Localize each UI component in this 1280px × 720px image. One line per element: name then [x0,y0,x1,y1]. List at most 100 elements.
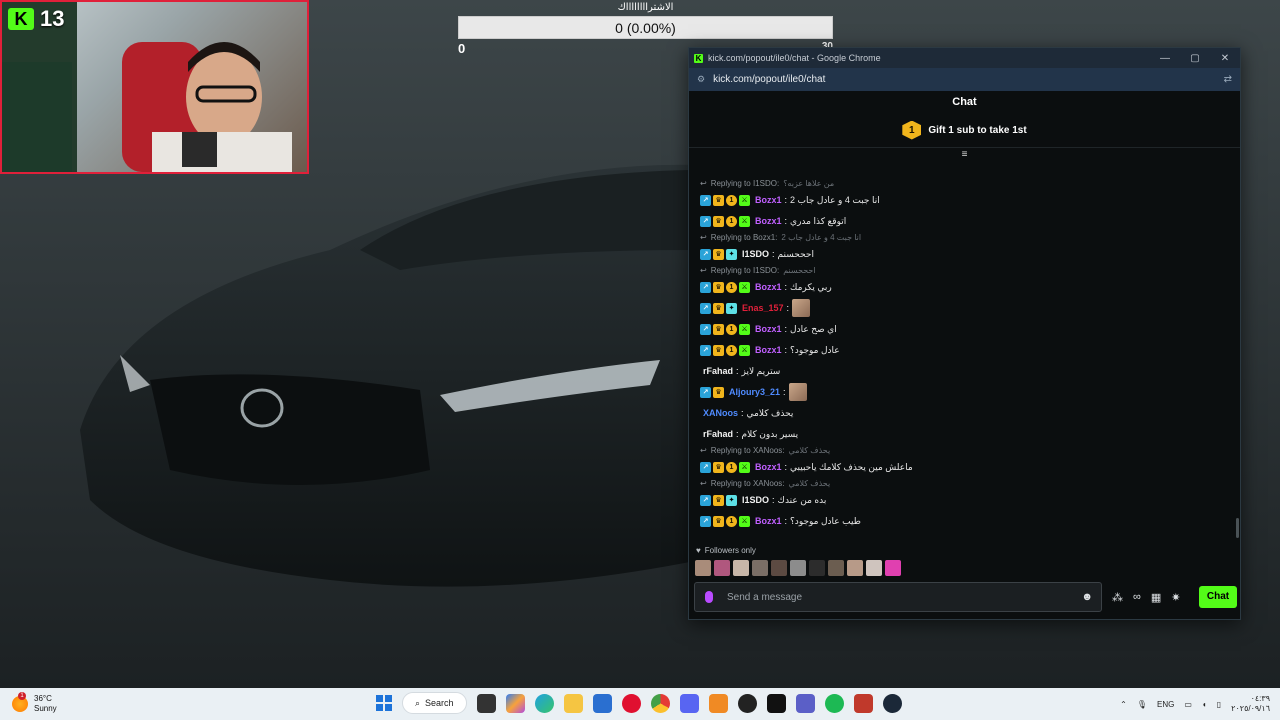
chat-message[interactable]: XANoos:اسمع نفس ما اعافهم بالمتجر عقاب ب… [700,533,1242,539]
crown-badge-icon[interactable]: ♛ [713,386,724,398]
vip-badge-icon[interactable]: ↗ [700,386,711,398]
steam-icon[interactable] [882,693,902,713]
sub-badge-icon[interactable]: 1 [726,344,737,356]
chat-message[interactable]: rFahad: يسير بدون كلام [700,425,1242,443]
chat-username[interactable]: XANoos [703,537,738,538]
vip-badge-icon[interactable]: ↗ [700,302,711,314]
vip-badge-icon[interactable]: ↗ [700,494,711,506]
chat-message[interactable]: rFahad: ستريم لايز [700,362,1242,380]
sub-badge-icon[interactable]: 1 [726,215,737,227]
recent-emote[interactable] [695,560,711,576]
microphone-icon[interactable] [705,591,713,603]
recent-emote[interactable] [771,560,787,576]
chat-message[interactable]: ↗ ♛ 1 ⚔ Bozx1: اتوقع كذا مدري [700,212,1242,230]
battery-icon[interactable]: ▯ [1217,700,1221,709]
crown-badge-icon[interactable]: ♛ [713,494,724,506]
chat-message[interactable]: XANoos: يحذف كلامي [700,404,1242,422]
windows-start-icon[interactable] [376,695,392,711]
site-info-icon[interactable]: ⚙ [697,74,705,85]
reply-context[interactable]: ↩ Replying to XANoos: يحذف كلامي [700,479,1242,489]
crown-badge-icon[interactable]: ♛ [713,194,724,206]
recent-emote[interactable] [752,560,768,576]
chat-emote[interactable] [788,383,807,401]
reply-context[interactable]: ↩ Replying to I1SDO: من علاها عزبه؟ [700,179,1242,189]
mod-badge-icon[interactable]: ⚔ [739,281,750,293]
chrome-icon[interactable] [650,693,670,713]
sub-badge-icon[interactable]: 1 [726,194,737,206]
vip-badge-icon[interactable]: ↗ [700,344,711,356]
vip-badge-icon[interactable]: ↗ [700,515,711,527]
chat-message[interactable]: ↗ ♛ 1 ⚔ Bozx1: اي صح عادل [700,320,1242,338]
reply-context[interactable]: ↩ Replying to Bozx1: انا جبت 4 و عادل جاب … [700,233,1242,243]
microphone-tray-icon[interactable]: 🎙 [1137,700,1147,709]
chat-message[interactable]: ↗ ♛ 1 ⚔ Bozx1: انا جبت 4 و عادل جاب 2 [700,191,1242,209]
chat-username[interactable]: Bozx1 [755,195,782,205]
recent-emote[interactable] [866,560,882,576]
scroll-to-bottom-icon[interactable]: ≡ [689,150,1240,160]
mod-badge-icon[interactable]: ⚔ [739,461,750,473]
mod-badge-icon[interactable]: ⚔ [739,323,750,335]
url-text[interactable]: kick.com/popout/ile0/chat [713,74,825,85]
crown-badge-icon[interactable]: ♛ [713,323,724,335]
tray-overflow-icon[interactable]: ⌃ [1120,700,1127,709]
address-bar[interactable]: ⚙ kick.com/popout/ile0/chat ⇄ [689,68,1240,91]
chat-message[interactable]: ↗ ♛ 1 ⚔ Bozx1: طيب عادل موجود؟ [700,512,1242,530]
emoji-icon[interactable]: ☻ [1081,591,1093,603]
spotify-icon[interactable] [824,693,844,713]
chat-emote[interactable] [792,299,811,317]
crown-badge-icon[interactable]: ♛ [713,461,724,473]
weather-widget[interactable]: 1 36°C Sunny [0,692,200,714]
minimize-button[interactable]: — [1150,53,1180,64]
crown-badge-icon[interactable]: ♛ [713,281,724,293]
task-view-icon[interactable] [476,693,496,713]
maximize-button[interactable]: ▢ [1180,53,1210,64]
chat-username[interactable]: Bozx1 [755,282,782,292]
chat-message[interactable]: ↗ ♛ 1 ⚔ Bozx1: ربي يكرمك [700,278,1242,296]
edge-icon[interactable] [534,693,554,713]
chat-username[interactable]: rFahad [703,366,733,376]
chat-username[interactable]: Enas_157 [742,303,784,313]
chat-username[interactable]: rFahad [703,429,733,439]
vip-badge-icon[interactable]: ↗ [700,215,711,227]
language-indicator[interactable]: ENG [1157,700,1174,709]
game-app-icon[interactable] [853,693,873,713]
teams-icon[interactable] [795,693,815,713]
chat-username[interactable]: Bozx1 [755,324,782,334]
crown-badge-icon[interactable]: ♛ [713,215,724,227]
mod-badge-icon[interactable]: ⚔ [739,344,750,356]
chat-username[interactable]: I1SDO [742,249,769,259]
recent-emote[interactable] [714,560,730,576]
vip-badge-icon[interactable]: ↗ [700,281,711,293]
store-icon[interactable]: ▦ [1151,591,1161,604]
settings-icon[interactable]: ✷ [1171,591,1180,604]
og-badge-icon[interactable]: ✦ [726,248,737,260]
crown-badge-icon[interactable]: ♛ [713,248,724,260]
chat-username[interactable]: Bozx1 [755,516,782,526]
og-badge-icon[interactable]: ✦ [726,494,737,506]
mod-badge-icon[interactable]: ⚔ [739,515,750,527]
clock[interactable]: ٠٤:٣٩ ٢٠٢٥/٠٩/١٦ [1231,694,1270,714]
chat-message[interactable]: ↗ ♛ ✦ Enas_157: [700,299,1242,317]
translate-icon[interactable]: ⇄ [1224,74,1232,85]
crown-badge-icon[interactable]: ♛ [713,515,724,527]
points-icon[interactable]: ⁂ [1112,591,1123,604]
chat-username[interactable]: I1SDO [742,495,769,505]
sub-badge-icon[interactable]: 1 [726,323,737,335]
chat-scrollbar[interactable] [1236,518,1239,538]
chat-username[interactable]: Bozx1 [755,345,782,355]
opera-icon[interactable] [621,693,641,713]
mod-badge-icon[interactable]: ⚔ [739,194,750,206]
chat-username[interactable]: XANoos [703,408,738,418]
vip-badge-icon[interactable]: ↗ [700,248,711,260]
recent-emote[interactable] [733,560,749,576]
chat-username[interactable]: Aljoury3_21 [729,387,780,397]
taskbar-search[interactable]: ⌕ Search [402,692,467,714]
vip-badge-icon[interactable]: ↗ [700,323,711,335]
vip-badge-icon[interactable]: ↗ [700,461,711,473]
window-titlebar[interactable]: K kick.com/popout/ile0/chat - Google Chr… [689,48,1240,68]
chat-message[interactable]: ↗ ♛ ✦ I1SDO: احححسنم [700,245,1242,263]
sub-badge-icon[interactable]: 1 [726,281,737,293]
crown-badge-icon[interactable]: ♛ [713,344,724,356]
sub-badge-icon[interactable]: 1 [726,515,737,527]
crown-badge-icon[interactable]: ♛ [713,302,724,314]
